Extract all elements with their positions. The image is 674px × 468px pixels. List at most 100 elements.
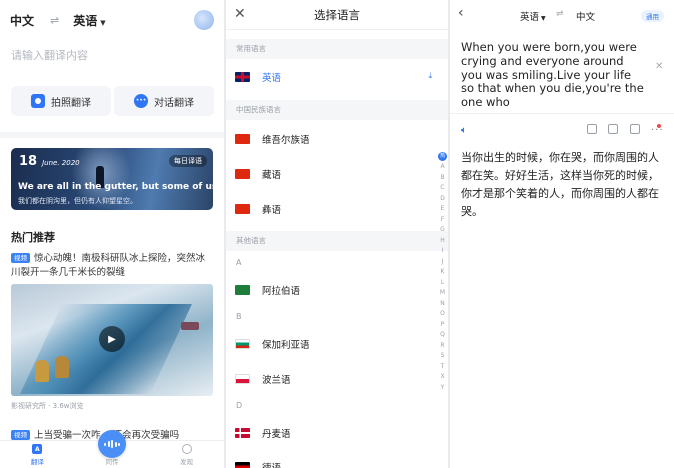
close-icon[interactable]: ✕ bbox=[234, 6, 246, 22]
translate-input-area: 中文 ⇌ 英语 ▼ 请输入翻译内容 拍照翻译 ••• 对话翻译 bbox=[0, 0, 224, 132]
index-letter[interactable]: J bbox=[442, 257, 444, 268]
language-item[interactable]: 阿拉伯语 bbox=[226, 275, 434, 305]
page-title: 选择语言 bbox=[314, 7, 360, 22]
index-letter[interactable]: O bbox=[440, 309, 445, 320]
index-letter[interactable]: B bbox=[440, 173, 444, 184]
index-letter[interactable]: P bbox=[441, 320, 445, 331]
target-language-button[interactable]: 中文 bbox=[576, 9, 595, 23]
index-letter[interactable]: G bbox=[440, 225, 445, 236]
translation-text: 当你出生的时候，你在哭，而你周围的人都在笑。好好生活，这样当你死的时候，你才是那… bbox=[461, 151, 659, 218]
news-title: 惊心动魄！南极科研队冰上探险，突然冰川裂开一条几千米长的裂缝 bbox=[11, 253, 206, 278]
copy-icon[interactable] bbox=[587, 124, 597, 134]
source-language-button[interactable]: 中文 bbox=[10, 12, 34, 29]
bulgaria-flag-icon bbox=[235, 339, 250, 349]
language-item[interactable]: 彝语 bbox=[226, 194, 434, 224]
dialog-translate-button[interactable]: ••• 对话翻译 bbox=[114, 86, 214, 116]
more-icon[interactable]: ··· bbox=[651, 126, 664, 136]
index-letter[interactable]: M bbox=[440, 288, 445, 299]
hot-index-icon[interactable]: 热 bbox=[438, 152, 447, 161]
index-letter[interactable]: N bbox=[440, 299, 445, 310]
denmark-flag-icon bbox=[235, 428, 250, 438]
daily-month: June. 2020 bbox=[42, 159, 80, 167]
chat-bubble-icon: ••• bbox=[134, 94, 148, 108]
translate-input[interactable]: 请输入翻译内容 bbox=[11, 47, 88, 63]
play-icon[interactable]: ▶ bbox=[99, 326, 125, 352]
clear-icon[interactable]: ✕ bbox=[655, 61, 663, 72]
saudi-flag-icon bbox=[235, 285, 250, 295]
avatar[interactable] bbox=[194, 10, 214, 30]
news-item[interactable]: 视频 惊心动魄！南极科研队冰上探险，突然冰川裂开一条几千米长的裂缝 bbox=[11, 252, 213, 280]
tab-label: 翻译 bbox=[30, 458, 44, 466]
index-letter[interactable]: Y bbox=[441, 383, 445, 394]
language-label: 阿拉伯语 bbox=[262, 286, 301, 297]
result-header: ‹ 英语 ▼ ⇌ 中文 通用 bbox=[450, 0, 674, 30]
tab-discover[interactable]: 发现 bbox=[149, 441, 224, 468]
language-label: 保加利亚语 bbox=[262, 340, 310, 351]
daily-quote-card[interactable]: 18 June. 2020 每日译语 We are all in the gut… bbox=[11, 148, 213, 210]
index-letter[interactable]: H bbox=[440, 236, 445, 247]
language-label: 波兰语 bbox=[262, 375, 291, 386]
index-letter[interactable]: F bbox=[441, 215, 444, 226]
language-picker: ✕ 选择语言 常用语言 英语 ⤓ 中国民族语言 维吾尔族语 藏语 彝语 其他语言… bbox=[226, 0, 448, 468]
index-letter[interactable]: K bbox=[441, 267, 445, 278]
voice-button[interactable] bbox=[98, 430, 126, 458]
tab-label: 发现 bbox=[180, 458, 194, 466]
letter-header: A bbox=[236, 258, 242, 267]
index-letter[interactable]: D bbox=[440, 194, 445, 205]
source-text-input[interactable]: When you were born,you were crying and e… bbox=[461, 40, 647, 110]
speaker-icon[interactable]: 🔈︎ bbox=[461, 125, 467, 136]
dialog-translate-label: 对话翻译 bbox=[154, 97, 194, 109]
poland-flag-icon bbox=[235, 374, 250, 384]
language-item[interactable]: 波兰语 bbox=[226, 364, 434, 394]
share-icon[interactable] bbox=[630, 124, 640, 134]
daily-quote-en: We are all in the gutter, but some of us… bbox=[18, 182, 213, 192]
germany-flag-icon bbox=[235, 462, 250, 468]
language-item[interactable]: 维吾尔族语 bbox=[226, 124, 434, 154]
fullscreen-icon[interactable] bbox=[608, 124, 618, 134]
letter-header: D bbox=[236, 401, 243, 410]
language-item[interactable]: 藏语 bbox=[226, 159, 434, 189]
index-letter[interactable]: E bbox=[441, 204, 445, 215]
daily-date: 18 June. 2020 bbox=[19, 154, 80, 169]
language-label: 丹麦语 bbox=[262, 429, 291, 440]
source-language-button[interactable]: 英语 ▼ bbox=[520, 9, 546, 23]
tab-translate[interactable]: A 翻译 bbox=[0, 441, 75, 468]
uk-flag-icon bbox=[235, 72, 250, 82]
index-letter[interactable]: T bbox=[441, 362, 445, 373]
index-letter[interactable]: C bbox=[440, 183, 444, 194]
photo-translate-button[interactable]: 拍照翻译 bbox=[11, 86, 111, 116]
chevron-down-icon: ▼ bbox=[100, 18, 106, 27]
language-item[interactable]: 德语 bbox=[226, 452, 434, 468]
result-toolbar: 🔈︎ ··· bbox=[450, 113, 674, 147]
index-letter[interactable]: X bbox=[440, 372, 444, 383]
index-letter[interactable]: R bbox=[440, 341, 444, 352]
language-item[interactable]: 保加利亚语 bbox=[226, 329, 434, 359]
picker-header: ✕ 选择语言 bbox=[226, 0, 448, 30]
home-screen: 中文 ⇌ 英语 ▼ 请输入翻译内容 拍照翻译 ••• 对话翻译 18 June. … bbox=[0, 0, 224, 468]
photo-translate-label: 拍照翻译 bbox=[51, 97, 91, 109]
index-letter[interactable]: Q bbox=[440, 330, 445, 341]
index-letter[interactable]: A bbox=[440, 162, 444, 173]
index-letter[interactable]: S bbox=[441, 351, 445, 362]
section-header-common: 常用语言 bbox=[226, 39, 448, 59]
swap-icon[interactable]: ⇌ bbox=[50, 14, 59, 27]
language-item-english[interactable]: 英语 ⤓ bbox=[226, 62, 434, 92]
camera-icon bbox=[31, 94, 45, 108]
language-label: 维吾尔族语 bbox=[262, 135, 310, 146]
letter-header: B bbox=[236, 312, 242, 321]
index-letter[interactable]: I bbox=[442, 246, 444, 257]
news-thumbnail[interactable]: ▶ bbox=[11, 284, 213, 396]
index-letter[interactable]: L bbox=[441, 278, 444, 289]
daily-tag: 每日译语 bbox=[169, 155, 207, 167]
person-figure bbox=[55, 356, 69, 378]
target-language-button[interactable]: 英语 ▼ bbox=[73, 12, 105, 29]
feed: 18 June. 2020 每日译语 We are all in the gut… bbox=[0, 138, 224, 468]
download-icon[interactable]: ⤓ bbox=[428, 71, 432, 81]
domain-chip[interactable]: 通用 bbox=[641, 10, 664, 22]
swap-icon[interactable]: ⇌ bbox=[556, 9, 564, 19]
section-title-hot: 热门推荐 bbox=[11, 231, 55, 244]
china-flag-icon bbox=[235, 134, 250, 144]
language-item[interactable]: 丹麦语 bbox=[226, 418, 434, 448]
alphabet-index[interactable]: 热 ABCDEFGHIJKLMNOPQRSTXY bbox=[437, 152, 448, 393]
back-icon[interactable]: ‹ bbox=[458, 5, 464, 21]
